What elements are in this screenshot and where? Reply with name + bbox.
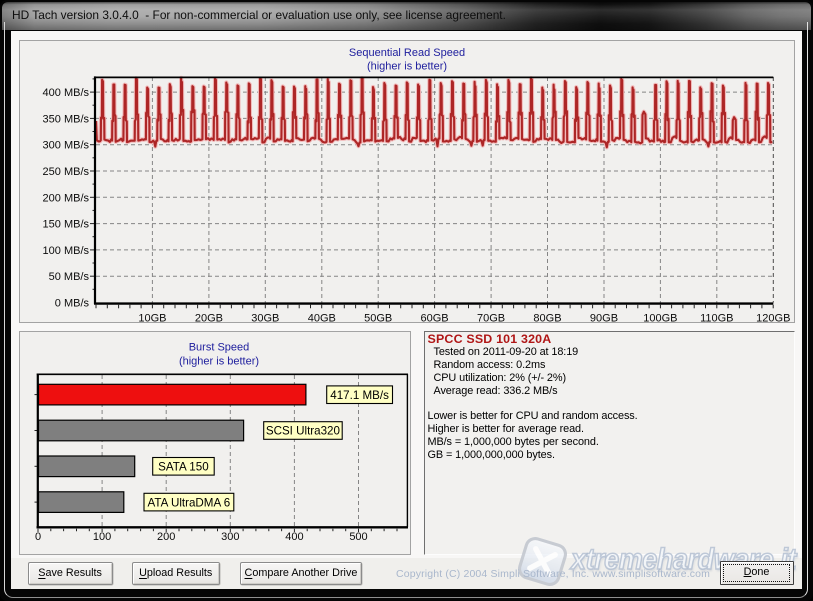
svg-text:40GB: 40GB <box>308 312 336 323</box>
svg-text:Sequential Read Speed: Sequential Read Speed <box>349 47 465 59</box>
svg-text:80GB: 80GB <box>533 312 561 323</box>
svg-text:500: 500 <box>349 531 367 543</box>
svg-text:300: 300 <box>221 531 239 543</box>
svg-text:70GB: 70GB <box>477 312 505 323</box>
svg-text:200: 200 <box>157 531 175 543</box>
svg-text:50GB: 50GB <box>364 312 392 323</box>
svg-text:110GB: 110GB <box>700 312 733 323</box>
svg-text:0 MB/s: 0 MB/s <box>55 298 90 310</box>
svg-text:(higher is better): (higher is better) <box>179 355 259 367</box>
svg-text:SATA 150: SATA 150 <box>158 460 208 473</box>
svg-text:350 MB/s: 350 MB/s <box>43 113 90 125</box>
svg-text:50 MB/s: 50 MB/s <box>49 271 90 283</box>
svg-text:100: 100 <box>93 531 111 543</box>
svg-text:30GB: 30GB <box>251 312 279 323</box>
svg-text:Burst Speed: Burst Speed <box>188 341 249 353</box>
svg-text:0: 0 <box>35 531 41 543</box>
svg-text:100 MB/s: 100 MB/s <box>43 245 90 257</box>
svg-text:400 MB/s: 400 MB/s <box>43 87 90 99</box>
svg-text:(higher is better): (higher is better) <box>367 61 447 73</box>
svg-text:120GB: 120GB <box>756 312 790 323</box>
svg-text:250 MB/s: 250 MB/s <box>43 166 90 178</box>
svg-text:90GB: 90GB <box>590 312 618 323</box>
svg-text:60GB: 60GB <box>421 312 449 323</box>
svg-text:150 MB/s: 150 MB/s <box>43 219 90 231</box>
svg-text:ATA UltraDMA 6: ATA UltraDMA 6 <box>147 496 230 509</box>
svg-text:417.1 MB/s: 417.1 MB/s <box>330 388 389 401</box>
svg-text:SCSI Ultra320: SCSI Ultra320 <box>265 424 339 437</box>
svg-text:300 MB/s: 300 MB/s <box>43 140 90 152</box>
svg-text:10GB: 10GB <box>138 312 166 323</box>
svg-text:200 MB/s: 200 MB/s <box>43 192 90 204</box>
svg-text:400: 400 <box>285 531 303 543</box>
svg-text:20GB: 20GB <box>195 312 223 323</box>
svg-text:100GB: 100GB <box>643 312 677 323</box>
